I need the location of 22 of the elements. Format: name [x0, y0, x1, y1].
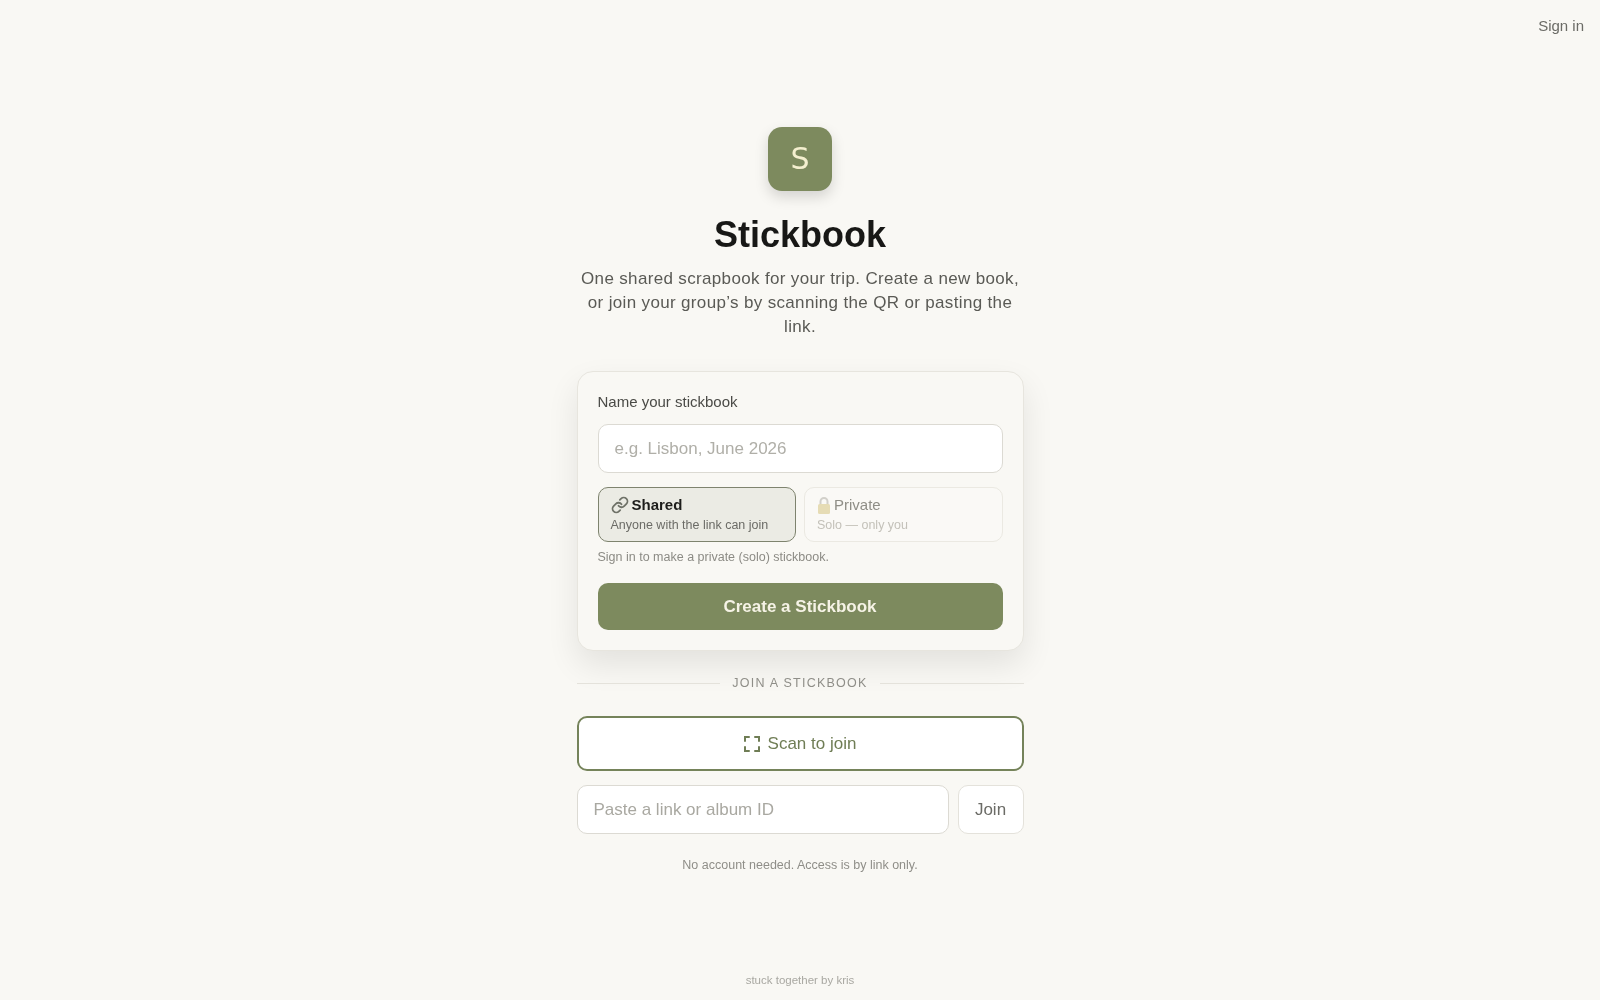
field-label: Name your stickbook	[597, 392, 739, 412]
stickbook-name-field[interactable]: e.g. Lisbon, June 2026	[597, 424, 1003, 473]
visibility-option[interactable]: Shared Anyone with the link can join	[597, 487, 796, 542]
sign-in-link[interactable]: Sign in	[1538, 14, 1584, 38]
create-button[interactable]: Create a Stickbook	[597, 583, 1003, 630]
chain-link-icon	[610, 496, 629, 514]
option-title: Private	[834, 495, 881, 515]
app-description: One shared scrapbook for your trip. Create a new book, or join your group’s by scanning the QR or pasting the link.	[580, 268, 1020, 338]
app-title: Stickbook	[713, 213, 886, 257]
padlock-icon	[817, 496, 831, 514]
hint-text: Sign in to make a private (solo) stickbook.	[597, 549, 830, 565]
join-button[interactable]: Join	[957, 785, 1024, 834]
option-description: Anyone with the link can join	[610, 517, 769, 534]
scan-frame-icon	[743, 735, 760, 752]
section-divider-label: JOIN A STICKBOOK	[732, 675, 868, 691]
logo-letter: S	[790, 144, 810, 174]
option-description: Solo — only you	[817, 517, 909, 534]
footer-credit: stuck together by kris	[745, 973, 855, 988]
scan-to-join-button[interactable]: Scan to join	[576, 716, 1024, 771]
link-field[interactable]: Paste a link or album ID	[576, 785, 949, 834]
option-title: Shared	[631, 495, 683, 515]
access-note: No account needed. Access is by link only.	[682, 857, 918, 873]
